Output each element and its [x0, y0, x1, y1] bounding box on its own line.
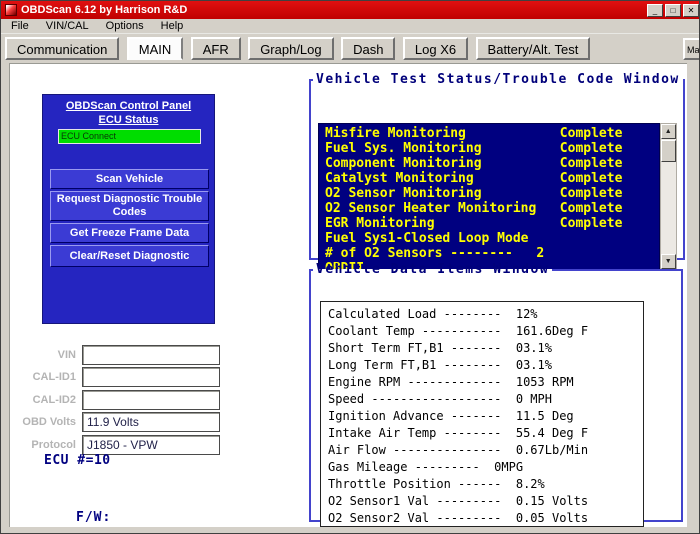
menu-options[interactable]: Options: [99, 19, 151, 34]
maxi-clipped-button[interactable]: Maxi: [683, 38, 700, 60]
tab-battery-alt-test[interactable]: Battery/Alt. Test: [476, 37, 591, 60]
freeze-frame-button[interactable]: Get Freeze Frame Data: [50, 223, 209, 243]
obd-volts-field[interactable]: 11.9 Volts: [82, 412, 220, 432]
test-status-title: Vehicle Test Status/Trouble Code Window: [313, 72, 683, 87]
tab-communication[interactable]: Communication: [5, 37, 119, 60]
menu-help[interactable]: Help: [154, 19, 191, 34]
minimize-button[interactable]: _: [647, 4, 663, 17]
menu-vin-cal[interactable]: VIN/CAL: [39, 19, 96, 34]
tab-afr[interactable]: AFR: [191, 37, 241, 60]
close-button[interactable]: ✕: [683, 4, 699, 17]
control-panel: OBDScan Control Panel ECU Status ECU Con…: [42, 94, 215, 324]
ecu-number-label: ECU #=10: [44, 453, 111, 468]
window-controls: _ □ ✕: [647, 4, 699, 17]
data-items-display: Calculated Load -------- 12% Coolant Tem…: [320, 301, 644, 527]
scan-vehicle-button[interactable]: Scan Vehicle: [50, 169, 209, 189]
scroll-thumb[interactable]: [661, 140, 676, 162]
ecu-status-label: ECU Status: [43, 114, 214, 126]
obd-volts-row: OBD Volts 11.9 Volts: [10, 412, 222, 432]
tab-strip: Communication MAIN AFR Graph/Log Dash Lo…: [1, 34, 700, 63]
test-status-scrollbar[interactable]: ▲ ▼: [660, 123, 677, 270]
tab-log-x6[interactable]: Log X6: [403, 37, 468, 60]
vin-row: VIN: [10, 345, 222, 365]
protocol-label: Protocol: [10, 435, 76, 455]
app-icon: [5, 4, 17, 16]
control-panel-buttons: Scan Vehicle Request Diagnostic Trouble …: [50, 169, 209, 269]
vin-label: VIN: [10, 345, 76, 365]
tab-graph-log[interactable]: Graph/Log: [248, 37, 333, 60]
clear-reset-button[interactable]: Clear/Reset Diagnostic: [50, 245, 209, 267]
title-bar[interactable]: OBDScan 6.12 by Harrison R&D _ □ ✕: [1, 1, 700, 19]
cal-id1-field[interactable]: [82, 367, 220, 387]
menu-file[interactable]: File: [4, 19, 36, 34]
cal-id2-label: CAL-ID2: [10, 390, 76, 410]
app-window: OBDScan 6.12 by Harrison R&D _ □ ✕ File …: [0, 0, 700, 534]
tab-main[interactable]: MAIN: [127, 37, 184, 60]
request-dtc-button[interactable]: Request Diagnostic Trouble Codes: [50, 191, 209, 221]
test-status-groupbox: Vehicle Test Status/Trouble Code Window …: [309, 72, 685, 260]
firmware-label: F/W:: [76, 510, 111, 525]
protocol-field[interactable]: J1850 - VPW: [82, 435, 220, 455]
obd-volts-label: OBD Volts: [10, 412, 76, 432]
data-items-title: Vehicle Data Items Window: [313, 262, 552, 277]
protocol-row: Protocol J1850 - VPW: [10, 435, 222, 455]
control-panel-title: OBDScan Control Panel: [43, 100, 214, 112]
cal-id1-label: CAL-ID1: [10, 367, 76, 387]
test-status-display: Misfire Monitoring Complete Fuel Sys. Mo…: [318, 123, 660, 270]
tab-dash[interactable]: Dash: [341, 37, 395, 60]
vin-field[interactable]: [82, 345, 220, 365]
ecu-status-field[interactable]: ECU Connect: [58, 129, 201, 144]
cal-id2-row: CAL-ID2: [10, 390, 222, 410]
menu-bar: File VIN/CAL Options Help: [1, 19, 700, 34]
window-title: OBDScan 6.12 by Harrison R&D: [21, 4, 647, 16]
client-area: OBDScan Control Panel ECU Status ECU Con…: [9, 63, 687, 527]
maximize-button[interactable]: □: [665, 4, 681, 17]
scroll-up-icon[interactable]: ▲: [661, 124, 676, 139]
cal-id1-row: CAL-ID1: [10, 367, 222, 387]
data-items-groupbox: Vehicle Data Items Window Calculated Loa…: [309, 262, 683, 522]
cal-id2-field[interactable]: [82, 390, 220, 410]
